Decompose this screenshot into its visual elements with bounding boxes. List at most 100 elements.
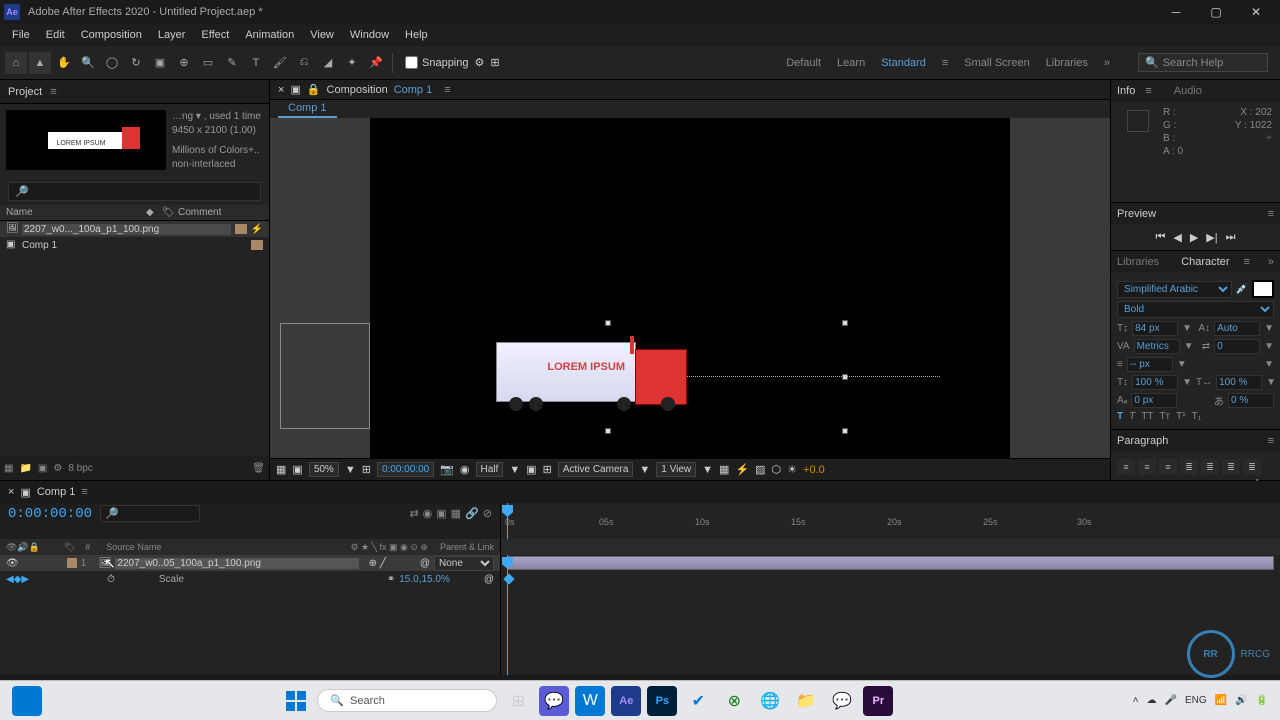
res-arrow-icon[interactable]: ▼	[509, 464, 520, 476]
smallcaps-button[interactable]: Tᴛ	[1159, 411, 1170, 422]
tracking-input[interactable]	[1214, 339, 1260, 354]
composition-viewer[interactable]: LOREM IPSUM	[270, 118, 1110, 458]
new-folder-icon[interactable]: 📁	[19, 463, 31, 474]
tl-btn2-icon[interactable]: ◉	[423, 507, 433, 520]
snap-icon[interactable]: ⚙	[475, 56, 485, 69]
channel-icon[interactable]: ◉	[460, 463, 470, 476]
pen-tool[interactable]: ✎	[221, 52, 243, 74]
mask-icon[interactable]: ▣	[292, 463, 302, 476]
tl-btn5-icon[interactable]: 🔗	[465, 507, 479, 520]
constrain-icon[interactable]: ⚭	[387, 574, 395, 585]
canvas[interactable]: LOREM IPSUM	[370, 118, 1010, 458]
lock-icon[interactable]: 🔒	[307, 83, 321, 96]
comp-panel-menu-icon[interactable]: ≡	[444, 84, 450, 96]
zoom-tool[interactable]: 🔍	[77, 52, 99, 74]
project-item-png[interactable]: 🖼 2207_w0..._100a_p1_100.png ⚡	[0, 221, 269, 237]
pixel-icon[interactable]: ▦	[719, 463, 729, 476]
sel-handle-br[interactable]	[842, 428, 848, 434]
workspace-libraries[interactable]: Libraries	[1046, 57, 1088, 69]
leading-input[interactable]	[1214, 321, 1260, 336]
menu-help[interactable]: Help	[397, 27, 436, 43]
roto-tool[interactable]: ✦	[341, 52, 363, 74]
explorer-icon[interactable]: 📁	[791, 686, 821, 716]
stroke-input[interactable]	[1127, 357, 1173, 372]
after-effects-icon[interactable]: Ae	[611, 686, 641, 716]
grid-icon[interactable]: ⊞	[543, 463, 552, 476]
xbox-icon[interactable]: ⊗	[719, 686, 749, 716]
tl-close-icon[interactable]: ×	[8, 486, 14, 498]
parent-dropdown[interactable]: None	[434, 556, 494, 571]
timeline-ruler[interactable]: 0s 05s 10s 15s 20s 25s 30s	[500, 503, 1280, 539]
mic-icon[interactable]: 🎤	[1165, 695, 1177, 706]
search-help[interactable]: 🔍 Search Help	[1138, 53, 1268, 72]
truck-layer[interactable]: LOREM IPSUM	[496, 342, 636, 402]
character-tab[interactable]: Character	[1181, 256, 1229, 268]
workspace-default[interactable]: Default	[786, 57, 821, 69]
brush-tool[interactable]: 🖌	[269, 52, 291, 74]
timeline-search[interactable]: 🔎	[100, 505, 200, 522]
tl-btn6-icon[interactable]: ⊘	[483, 507, 492, 520]
col-source[interactable]: Source Name	[106, 542, 161, 552]
preview-tab[interactable]: Preview	[1117, 208, 1156, 220]
sel-handle-tr[interactable]	[842, 320, 848, 326]
menu-edit[interactable]: Edit	[38, 27, 73, 43]
align-left-button[interactable]: ≡	[1117, 459, 1135, 475]
justify-last-right-button[interactable]: ≣	[1222, 459, 1240, 475]
clone-tool[interactable]: ⎌	[293, 52, 315, 74]
battery-icon[interactable]: 🔋	[1256, 695, 1268, 706]
workspace-more-icon[interactable]: »	[1104, 57, 1110, 69]
interpret-icon[interactable]: ▦	[4, 463, 13, 474]
trash-icon[interactable]: 🗑	[252, 463, 265, 474]
faux-italic-button[interactable]: T	[1129, 411, 1135, 422]
project-item-comp[interactable]: ▣ Comp 1	[0, 237, 269, 253]
orbit-tool[interactable]: ◯	[101, 52, 123, 74]
expression-pickwhip-icon[interactable]: @	[484, 574, 494, 585]
audio-tab[interactable]: Audio	[1174, 85, 1202, 97]
word-icon[interactable]: W	[575, 686, 605, 716]
zoom-dropdown[interactable]: 50%	[309, 462, 339, 477]
workspace-standard[interactable]: Standard	[881, 57, 926, 69]
app-icon[interactable]: 💬	[827, 686, 857, 716]
views-dropdown[interactable]: 1 View	[656, 462, 696, 477]
new-comp-icon[interactable]: ▣	[38, 463, 47, 474]
puppet-tool[interactable]: 📌	[365, 52, 387, 74]
keyframe[interactable]	[503, 573, 514, 584]
faux-bold-button[interactable]: T	[1117, 411, 1123, 422]
menu-file[interactable]: File	[4, 27, 38, 43]
tray-chevron-icon[interactable]: ˄	[1133, 695, 1139, 706]
selection-tool[interactable]: ▲	[29, 52, 51, 74]
justify-all-button[interactable]: ≣	[1243, 459, 1261, 475]
sel-handle-top[interactable]	[605, 320, 611, 326]
system-tray[interactable]: ˄ ☁ 🎤 ENG 📶 🔊 🔋	[1133, 695, 1268, 706]
tl-btn4-icon[interactable]: ▦	[451, 507, 461, 520]
comp-name[interactable]: Comp 1	[394, 84, 433, 96]
photoshop-icon[interactable]: Ps	[647, 686, 677, 716]
pan-behind-tool[interactable]: ⊕	[173, 52, 195, 74]
tl-btn3-icon[interactable]: ▣	[436, 507, 446, 520]
premiere-icon[interactable]: Pr	[863, 686, 893, 716]
sel-handle-bottom[interactable]	[605, 428, 611, 434]
home-tool[interactable]: ⌂	[5, 52, 27, 74]
onedrive-icon[interactable]: ☁	[1147, 695, 1157, 706]
align-right-button[interactable]: ≡	[1159, 459, 1177, 475]
taskview-icon[interactable]: ⊞	[503, 686, 533, 716]
snapshot-icon[interactable]: 📷	[440, 463, 454, 476]
eyedropper-icon[interactable]: 💉	[1236, 284, 1248, 295]
todo-icon[interactable]: ✔	[683, 686, 713, 716]
res-full-icon[interactable]: ⊞	[362, 463, 371, 476]
para-menu-icon[interactable]: ≡	[1268, 435, 1274, 447]
tl-menu-icon[interactable]: ≡	[81, 486, 87, 498]
vscale-input[interactable]	[1132, 375, 1178, 390]
font-style-select[interactable]: Bold	[1117, 301, 1274, 318]
prop-value[interactable]: 15.0,15.0%	[399, 574, 450, 585]
language-label[interactable]: ENG	[1185, 695, 1207, 706]
parent-pickwhip-icon[interactable]: @	[420, 558, 430, 569]
taskbar-search[interactable]: 🔍 Search	[317, 689, 497, 712]
workspace-menu-icon[interactable]: ≡	[942, 57, 948, 69]
shape-tool[interactable]: ▭	[197, 52, 219, 74]
menu-effect[interactable]: Effect	[193, 27, 237, 43]
comp-subtab[interactable]: Comp 1	[278, 100, 337, 118]
baseline-input[interactable]	[1131, 393, 1177, 408]
justify-last-center-button[interactable]: ≣	[1201, 459, 1219, 475]
fast-icon[interactable]: ⚡	[735, 463, 749, 476]
